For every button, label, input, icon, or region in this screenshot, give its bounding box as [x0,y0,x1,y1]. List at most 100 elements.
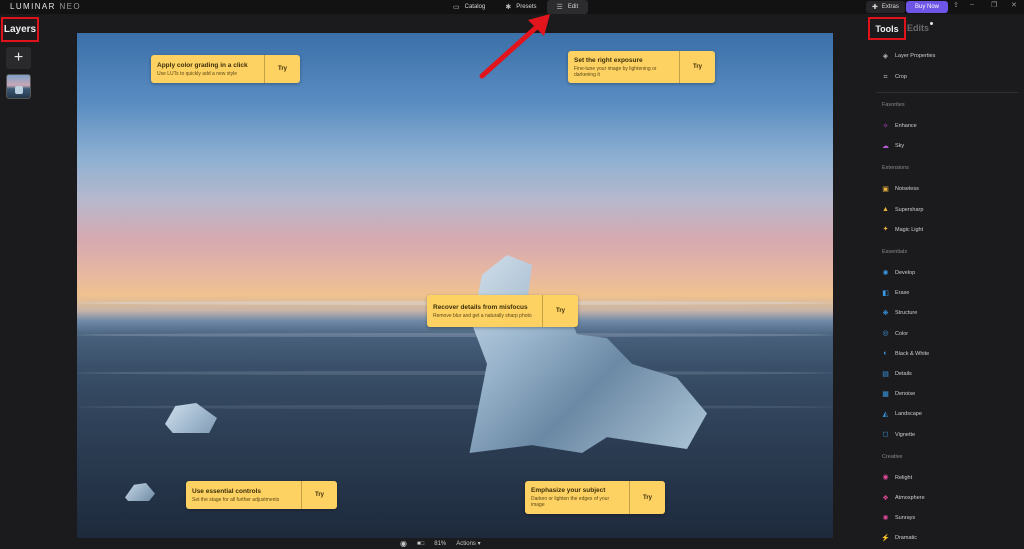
tool-denoise[interactable]: ▦ Denoise [882,388,915,400]
tool-label: Enhance [895,123,917,129]
tool-layer-properties[interactable]: ◈ Layer Properties [882,50,936,62]
folder-icon: ▭ [453,4,460,11]
extras-label: Extras [881,4,899,10]
tool-color[interactable]: ◎ Color [882,328,908,340]
tool-magic-light[interactable]: ✦ Magic Light [882,224,924,236]
tool-label: Landscape [895,411,922,418]
tip-title: Emphasize your subject [531,487,606,494]
tip-title: Apply color grading in a click [157,61,248,69]
tool-sky[interactable]: ☁ Sky [882,140,904,152]
tool-relight[interactable]: ◉ Relight [882,472,912,484]
tip-description: Use LUTs to quickly add a new style [157,70,238,77]
zoom-level[interactable]: 81% [434,541,446,547]
tools-panel [866,14,1024,549]
eye-icon[interactable]: ◉ [400,539,407,548]
buy-now-button[interactable]: Buy Now [906,1,948,13]
crop-icon: ⌗ [883,73,888,81]
try-button[interactable]: Try [542,295,578,327]
logo-sub: NEO [59,2,81,11]
bottom-bar: ◉ ■□ 81% Actions ▾ [400,538,481,549]
minimize-icon[interactable]: – [970,1,974,8]
tool-label: Noiseless [895,186,919,193]
add-layer-button[interactable]: + [6,47,31,69]
tool-crop[interactable]: ⌗ Crop [882,71,907,83]
wave-line [77,333,833,337]
tool-structure[interactable]: ❋ Structure [882,307,918,319]
ice-chunk-image [125,483,155,501]
restore-icon[interactable]: ❐ [991,1,997,9]
divider [876,92,1018,93]
sunrays-icon: ✺ [882,514,889,522]
section-header: Creative [882,453,903,460]
chevron-down-icon: ▾ [477,541,481,547]
tool-erase[interactable]: ◧ Erase [882,287,909,299]
tool-details[interactable]: ▤ Details [882,368,912,380]
close-icon[interactable]: ✕ [1011,1,1017,9]
tool-sunrays[interactable]: ✺ Sunrays [882,512,916,524]
tool-label: Develop [895,270,916,276]
actions-label: Actions [456,541,476,547]
tool-enhance[interactable]: ✧ Enhance [882,120,917,132]
tip-card-misfocus: Recover details from misfocus Remove blu… [427,295,578,327]
tool-label: Relight [895,474,913,481]
vignette-icon: ◻ [882,431,889,439]
tip-card-color-grading: Apply color grading in a click Use LUTs … [151,55,300,83]
black-white-icon: ◐ [883,350,888,358]
layer-thumbnail[interactable] [6,74,31,99]
tool-label: Details [895,371,912,377]
try-button[interactable]: Try [301,481,337,509]
edits-indicator-dot [930,22,933,25]
magic-light-icon: ✦ [882,226,889,234]
tool-black-white[interactable]: ◐ Black & White [882,348,929,360]
tip-title: Set the right exposure [574,56,643,64]
tool-label: Denoise [895,391,916,398]
logo-main: LUMINAR [10,2,56,11]
photo-canvas[interactable] [77,33,833,538]
tool-label: Vignette [895,431,916,438]
tool-vignette[interactable]: ◻ Vignette [882,429,916,441]
atmosphere-icon: ❖ [882,494,889,502]
share-icon[interactable]: ⇪ [953,1,959,9]
tool-dramatic[interactable]: ⚡ Dramatic [881,532,917,544]
compare-icon[interactable]: ■□ [417,541,424,547]
red-arrow-annotation [479,14,550,79]
actions-menu[interactable]: Actions ▾ [456,540,480,547]
app-logo: LUMINAR NEO [10,2,81,11]
tab-edits[interactable]: Edits [907,23,929,33]
tool-label: Sky [895,143,905,150]
try-button[interactable]: Try [679,51,715,83]
try-button[interactable]: Try [629,481,665,514]
tool-label: Black & White [895,350,930,357]
tip-card-essential-controls: Use essential controls Set the stage for… [186,481,337,509]
tip-description: Darken or lighten the edges of your imag… [531,496,610,508]
tool-supersharp[interactable]: ▲ Supersharp [882,204,923,216]
tool-label: Atmosphere [895,495,925,501]
dramatic-icon: ⚡ [881,534,890,542]
wave-line [77,371,833,375]
tip-title: Use essential controls [192,487,261,495]
extras-icon: ✚ [872,4,878,11]
tool-landscape[interactable]: ◭ Landscape [882,408,922,420]
tab-tools[interactable]: Tools [868,17,906,40]
tool-noiseless[interactable]: ▣ Noiseless [882,183,919,195]
tool-label: Erase [895,290,910,297]
iceberg-image [469,255,707,453]
section-header: Favorites [882,102,905,108]
tool-label: Color [895,330,909,337]
tool-label: Layer Properties [895,53,936,59]
sky-icon: ☁ [882,142,889,150]
tool-label: Sunrays [895,515,916,522]
supersharp-icon: ▲ [882,206,889,214]
extras-button[interactable]: ✚ Extras [866,1,905,13]
tip-description: Fine-tune your image by lightening or da… [574,65,657,78]
erase-icon: ◧ [882,289,889,297]
enhance-icon: ✧ [882,122,889,130]
noiseless-icon: ▣ [882,185,889,193]
tool-develop[interactable]: ✺ Develop [882,267,916,279]
tool-atmosphere[interactable]: ❖ Atmosphere [882,492,925,504]
tip-card-exposure: Set the right exposure Fine-tune your im… [568,51,715,83]
try-button[interactable]: Try [264,55,300,83]
section-header: Essentials [882,249,908,255]
tool-label: Magic Light [895,226,924,233]
tip-title: Recover details from misfocus [433,303,528,311]
